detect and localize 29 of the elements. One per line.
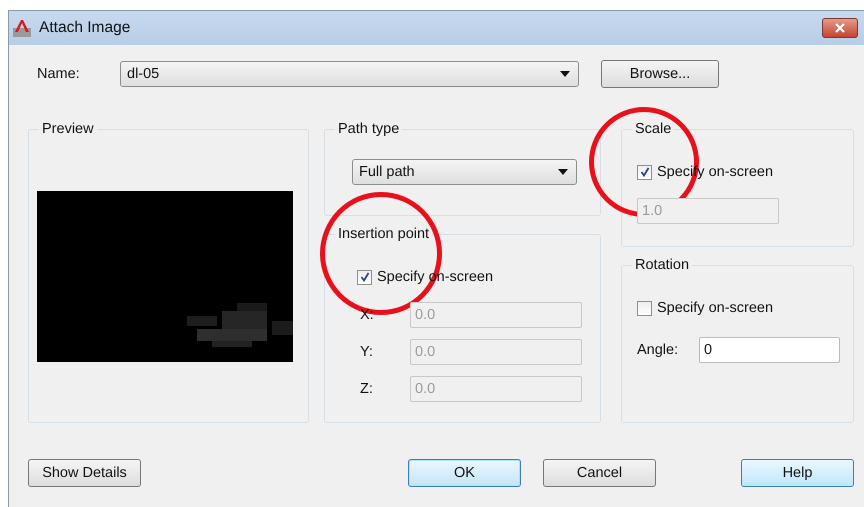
path-type-dropdown[interactable]: Full path <box>352 159 577 185</box>
name-label: Name: <box>36 66 81 82</box>
group-title: Scale <box>634 121 672 137</box>
checkbox-label[interactable]: Specify on-screen <box>657 300 774 316</box>
angle-label: Angle: <box>637 342 680 358</box>
group-title: Preview <box>41 121 95 137</box>
window-title: Attach Image <box>39 19 130 37</box>
group-title: Insertion point <box>337 226 430 242</box>
checkbox[interactable] <box>637 164 652 180</box>
dialog-button[interactable]: Cancel <box>543 459 656 487</box>
dialog-button[interactable]: Show Details <box>28 459 141 487</box>
coordinate-label: Y: <box>360 344 374 360</box>
browse-button[interactable]: Browse... <box>601 60 719 88</box>
coordinate-label: Z: <box>360 381 374 397</box>
dropdown-arrow-icon <box>560 71 570 77</box>
group-title: Rotation <box>634 257 690 273</box>
name-dropdown[interactable]: dl-05 <box>120 61 579 87</box>
close-icon <box>835 23 845 33</box>
dialog-button[interactable]: OK <box>408 459 521 487</box>
close-button[interactable] <box>822 18 858 38</box>
group-title: Path type <box>337 121 400 137</box>
dialog-button[interactable]: Help <box>741 459 854 487</box>
checkmark-icon <box>360 272 370 282</box>
checkmark-icon <box>640 167 650 177</box>
checkbox[interactable] <box>637 300 652 316</box>
dropdown-arrow-icon <box>558 169 568 175</box>
checkbox[interactable] <box>357 270 372 284</box>
angle-field[interactable]: 0 <box>699 337 840 363</box>
app-logo-icon <box>13 19 31 37</box>
